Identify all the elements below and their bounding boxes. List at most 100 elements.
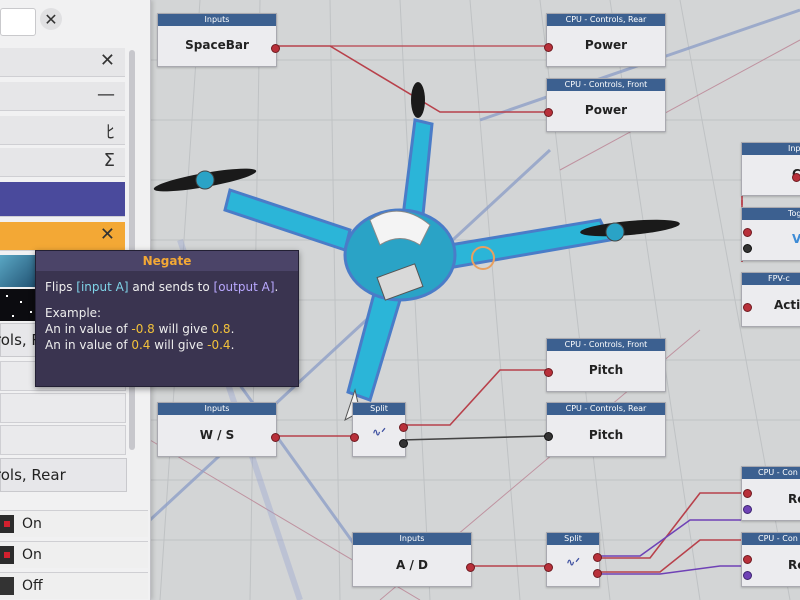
tooltip-example-line: An in value of 0.4 will give -0.4.	[45, 337, 289, 353]
controller-select[interactable]: trols, Rear	[0, 458, 127, 492]
output-port-a[interactable]	[399, 423, 408, 432]
close-icon[interactable]: ✕	[40, 8, 62, 30]
tooltip-value: 0.8	[211, 322, 231, 336]
node-fpv[interactable]: FPV-c Acti	[741, 272, 800, 327]
thumbnail-stack	[0, 255, 38, 325]
tooltip-title: Negate	[36, 251, 298, 271]
node-label: W / S	[199, 428, 235, 442]
sidebar-row[interactable]: ﾋ	[0, 116, 125, 145]
node-inputs-ws[interactable]: Inputs W / S	[157, 402, 280, 457]
node-header: Inputs	[158, 403, 276, 415]
negate-tooltip: Negate Flips [input A] and sends to [out…	[35, 250, 299, 387]
input-port[interactable]	[743, 228, 752, 237]
output-port[interactable]	[466, 563, 475, 572]
node-header: Inp	[742, 143, 800, 155]
output-port[interactable]	[792, 173, 800, 182]
toggle-row[interactable]: On	[0, 541, 148, 568]
tooltip-text: Flips	[45, 280, 77, 294]
tooltip-text: .	[230, 338, 235, 352]
minus-icon: —	[97, 84, 115, 105]
input-port[interactable]	[544, 563, 553, 572]
sidebar-topbar: ✕	[0, 8, 140, 36]
thumbnail-image[interactable]	[0, 289, 38, 321]
tooltip-value: 0.4	[131, 338, 151, 352]
node-label: Re	[788, 558, 800, 572]
node-cpu-con-re-1[interactable]: CPU - Con Re	[741, 466, 800, 521]
empty-slot[interactable]	[0, 425, 126, 455]
input-port[interactable]	[544, 368, 553, 377]
empty-slot[interactable]	[0, 393, 126, 423]
node-toggle[interactable]: Tog V	[741, 207, 800, 261]
node-cpu-rear-power[interactable]: CPU - Controls, Rear Power	[544, 13, 666, 67]
toggle-switch[interactable]	[0, 577, 14, 595]
node-header: CPU - Con	[742, 533, 800, 545]
node-split-2[interactable]: Split ∿ᐟ	[544, 532, 602, 587]
node-inp-c[interactable]: Inp C	[741, 142, 800, 196]
toggle-label: On	[22, 516, 42, 532]
node-cpu-front-power[interactable]: CPU - Controls, Front Power	[544, 78, 666, 132]
node-cpu-front-pitch[interactable]: CPU - Controls, Front Pitch	[544, 338, 666, 392]
node-header: CPU - Controls, Front	[547, 339, 665, 351]
sidebar-row[interactable]: —	[0, 82, 125, 111]
node-label: Power	[584, 38, 628, 52]
node-cpu-rear-pitch[interactable]: CPU - Controls, Rear Pitch	[544, 402, 666, 457]
output-port-a[interactable]	[593, 553, 602, 562]
node-header: Inputs	[158, 14, 276, 26]
node-label: A / D	[396, 558, 428, 572]
close-icon: ✕	[99, 50, 115, 71]
thumbnail-image[interactable]	[0, 255, 38, 287]
tooltip-text: An in value of	[45, 338, 132, 352]
node-inputs-spacebar[interactable]: Inputs SpaceBar	[157, 13, 280, 67]
sidebar-row[interactable]: Σ	[0, 148, 125, 177]
input-port[interactable]	[743, 303, 752, 312]
node-header: CPU - Con	[742, 467, 800, 479]
node-label: Re	[788, 492, 800, 506]
tooltip-example-line: An in value of -0.8 will give 0.8.	[45, 321, 289, 337]
node-split-1[interactable]: Split ∿ᐟ	[350, 402, 408, 457]
node-header: CPU - Controls, Rear	[547, 14, 665, 26]
node-label: Pitch	[588, 363, 624, 377]
node-header: Split	[353, 403, 405, 415]
search-input[interactable]	[0, 8, 36, 36]
toggle-switch[interactable]	[0, 546, 14, 564]
toggle-row[interactable]: On	[0, 510, 148, 537]
sidebar-row[interactable]: ✕	[0, 48, 125, 77]
input-port[interactable]	[544, 432, 553, 441]
curve-icon: ﾋ	[106, 122, 115, 143]
node-label: Pitch	[588, 428, 624, 442]
tooltip-value: -0.8	[131, 322, 155, 336]
node-label: V	[792, 232, 800, 246]
sidebar-row-negate[interactable]: ✕	[0, 222, 125, 251]
input-port[interactable]	[350, 433, 359, 442]
toggle-switch[interactable]	[0, 515, 14, 533]
close-icon: ✕	[99, 224, 115, 245]
input-port[interactable]	[544, 43, 553, 52]
node-header: Tog	[742, 208, 800, 220]
tooltip-text: and sends to	[128, 280, 214, 294]
node-label: SpaceBar	[185, 38, 249, 52]
tooltip-text: An in value of	[45, 322, 132, 336]
tooltip-description: Flips [input A] and sends to [output A].	[45, 279, 289, 295]
input-port[interactable]	[743, 555, 752, 564]
node-inputs-ad[interactable]: Inputs A / D	[352, 532, 475, 587]
toggle-label: Off	[22, 578, 43, 594]
toggle-label: On	[22, 547, 42, 563]
input-port[interactable]	[743, 489, 752, 498]
output-port[interactable]	[271, 44, 280, 53]
output-port[interactable]	[271, 433, 280, 442]
input-port[interactable]	[544, 108, 553, 117]
tooltip-text: .	[274, 280, 279, 294]
node-cpu-con-re-2[interactable]: CPU - Con Re	[741, 532, 800, 587]
sidebar-row-selected[interactable]	[0, 182, 125, 217]
input-port-2[interactable]	[743, 244, 752, 253]
node-header: Inputs	[353, 533, 471, 545]
tooltip-text: .	[230, 322, 235, 336]
input-port-2[interactable]	[743, 505, 752, 514]
node-header: CPU - Controls, Rear	[547, 403, 665, 415]
input-port-2[interactable]	[743, 571, 752, 580]
output-port-b[interactable]	[593, 569, 602, 578]
output-port-b[interactable]	[399, 439, 408, 448]
toggle-row[interactable]: Off	[0, 572, 148, 599]
tooltip-example-heading: Example:	[45, 306, 102, 320]
tooltip-body: Flips [input A] and sends to [output A].…	[36, 271, 298, 361]
